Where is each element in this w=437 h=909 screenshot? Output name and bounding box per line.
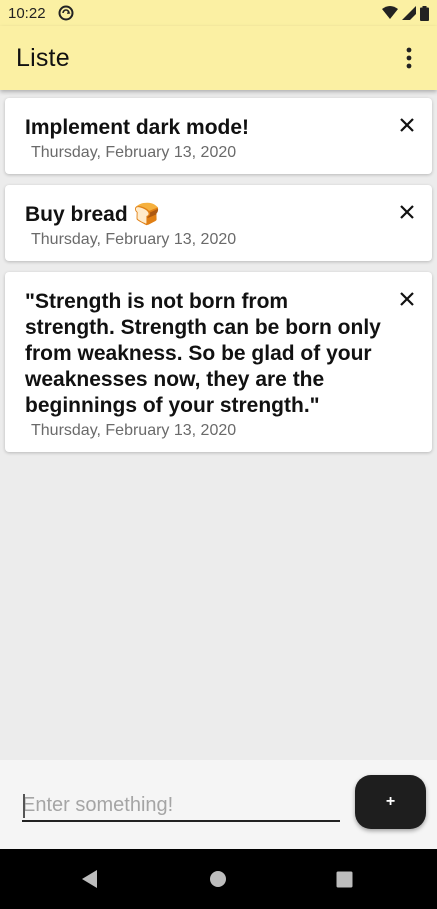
item-date: Thursday, February 13, 2020 (31, 144, 237, 161)
item-list: Implement dark mode! Thursday, February … (0, 90, 437, 760)
item-date: Thursday, February 13, 2020 (31, 231, 237, 248)
close-icon (400, 118, 414, 132)
new-item-input[interactable] (22, 790, 340, 822)
battery-icon (420, 5, 429, 21)
delete-item-button[interactable] (396, 201, 418, 223)
status-bar: 10:22 (0, 0, 437, 26)
back-triangle-icon (82, 870, 97, 888)
list-item[interactable]: Implement dark mode! Thursday, February … (5, 98, 432, 174)
recents-button[interactable] (331, 866, 357, 892)
delete-item-button[interactable] (396, 114, 418, 136)
home-button[interactable] (205, 866, 231, 892)
list-item[interactable]: "Strength is not born from strength. Str… (5, 272, 432, 452)
item-title: "Strength is not born from strength. Str… (25, 290, 381, 417)
navigation-bar (0, 849, 437, 909)
app-bar: Liste (0, 26, 437, 90)
close-icon (400, 292, 414, 306)
status-icons (382, 5, 429, 21)
page-title: Liste (16, 43, 70, 72)
add-item-button[interactable]: + (355, 775, 426, 829)
sync-circle-icon (58, 5, 74, 21)
delete-item-button[interactable] (396, 288, 418, 310)
item-title: Buy bread 🍞 (25, 203, 160, 226)
close-icon (400, 205, 414, 219)
back-button[interactable] (77, 866, 103, 892)
item-title: Implement dark mode! (25, 116, 250, 139)
text-cursor (23, 794, 25, 818)
wifi-icon (382, 6, 398, 20)
status-time: 10:22 (8, 4, 46, 22)
more-vert-icon (406, 47, 412, 69)
cell-signal-icon (402, 6, 416, 20)
item-date: Thursday, February 13, 2020 (31, 422, 237, 439)
overflow-menu-button[interactable] (397, 38, 421, 78)
list-item[interactable]: Buy bread 🍞 Thursday, February 13, 2020 (5, 185, 432, 261)
home-circle-icon (210, 871, 226, 887)
recents-square-icon (336, 871, 352, 887)
input-bar: + (0, 760, 437, 849)
